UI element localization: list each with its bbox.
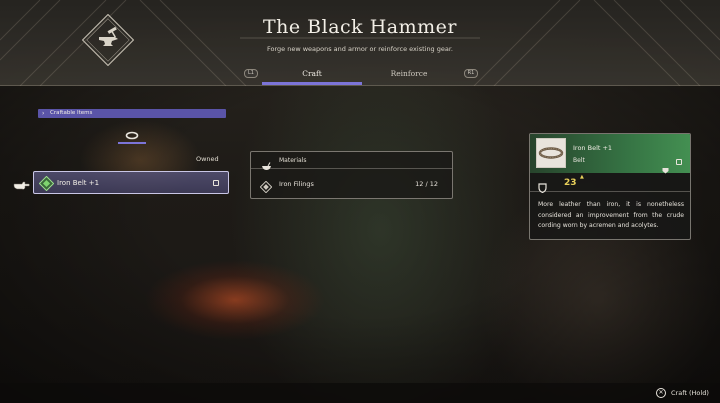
page-title: The Black Hammer	[262, 16, 457, 38]
item-name: Iron Belt +1	[57, 179, 100, 187]
list-item[interactable]: Iron Belt +1	[33, 171, 229, 194]
stat-increase-icon: ▲	[580, 174, 584, 180]
diamond-material-icon	[259, 178, 273, 194]
tab-bar: L1 Craft Reinforce R1	[0, 66, 720, 86]
section-label: Craftable Items	[50, 110, 93, 116]
detail-item-name: Iron Belt +1	[573, 144, 613, 152]
owned-indicator-icon	[213, 180, 219, 186]
footer-bar: ✕ Craft (Hold)	[0, 383, 720, 403]
materials-label: Materials	[279, 157, 307, 164]
cross-button-icon: ✕	[656, 388, 666, 398]
defense-shield-icon	[538, 178, 547, 194]
accessory-slot-icon	[662, 159, 669, 174]
r1-button-hint: R1	[464, 69, 478, 78]
belt-thumbnail-icon	[536, 138, 566, 168]
detail-item-type: Belt	[573, 157, 585, 164]
stat-row: 23 ▲	[530, 173, 690, 194]
tab-reinforce[interactable]: Reinforce	[359, 69, 459, 78]
item-description: More leather than iron, it is nonetheles…	[538, 201, 684, 229]
hand-pointer-icon	[13, 176, 31, 190]
page-subtitle: Forge new weapons and armor or reinforce…	[266, 45, 454, 53]
tab-active-indicator	[262, 82, 362, 85]
defense-value: 23	[564, 178, 577, 188]
gem-icon	[38, 175, 55, 192]
owned-column-label: Owned	[196, 155, 219, 163]
material-name: Iron Filings	[279, 180, 314, 188]
tab-craft[interactable]: Craft	[262, 69, 362, 78]
materials-panel: Materials Iron Filings 12 / 12	[250, 151, 453, 199]
craftable-items-header[interactable]: › Craftable Items	[38, 109, 226, 118]
header-bar: The Black Hammer Forge new weapons and a…	[0, 0, 720, 86]
chevron-right-icon: ›	[42, 110, 45, 117]
category-active-indicator	[118, 142, 146, 144]
owned-indicator-icon	[676, 159, 682, 165]
materials-header: Materials	[251, 152, 452, 170]
item-detail-card: Iron Belt +1 Belt 23 ▲ More leather than…	[529, 133, 691, 240]
bowl-icon	[261, 156, 272, 170]
item-detail-header: Iron Belt +1 Belt	[530, 134, 690, 174]
craft-hold-action[interactable]: Craft (Hold)	[671, 389, 709, 397]
l1-button-hint: L1	[244, 69, 258, 78]
material-count: 12 / 12	[415, 180, 438, 188]
